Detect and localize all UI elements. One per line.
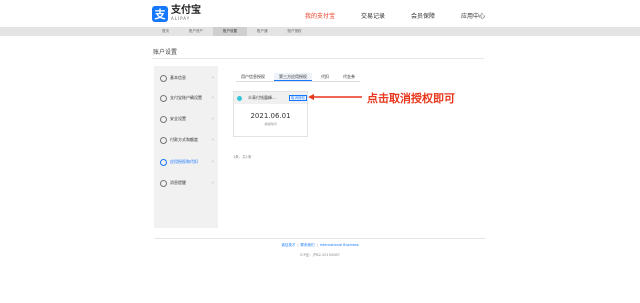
tab-vouchers[interactable]: 代金券 [338, 73, 360, 81]
topnav-member-protection[interactable]: 会员保障 [411, 11, 435, 20]
pagination-info: 1条，共1条 [233, 155, 252, 159]
cancel-authorization-button[interactable]: 取消授权 [289, 95, 307, 101]
account-icon [160, 94, 167, 102]
brand-name: 支付宝 [171, 5, 201, 16]
footer-copyright: ICP证：沪B2-20150087 [300, 253, 340, 257]
sidebar-item-payment-methods[interactable]: 付款方式和额度 › [154, 132, 218, 148]
subnav-home[interactable]: 首页 [152, 27, 179, 36]
footer-link-careers[interactable]: 诚征英才 [281, 243, 295, 247]
bell-icon [160, 179, 167, 187]
app-name: 众青付钱露峰... [248, 95, 276, 100]
subnav-settings[interactable]: 账户设置 [213, 27, 247, 36]
topnav-app-center[interactable]: 应用中心 [461, 11, 485, 20]
alipay-logo-icon: 支 [152, 5, 168, 22]
sidebar-item-basic-info[interactable]: 基本信息 › [154, 70, 218, 86]
brand-name-en: ALIPAY [171, 16, 191, 21]
subnav-account-link[interactable]: 账户通 [247, 27, 278, 36]
authorized-app-card: 众青付钱露峰... 取消授权 2021.06.01 授权时间 [233, 91, 308, 137]
alipay-logo[interactable]: 支 支付宝 ALIPAY [152, 5, 201, 22]
app-icon [160, 158, 167, 166]
tabs-divider [236, 81, 360, 82]
sidebar: 基本信息 › 支付宝账户确设置 › 安全设置 › 付款方式和额度 › 应用授权和… [154, 66, 218, 228]
topnav-my-alipay[interactable]: 我的支付宝 [305, 11, 335, 20]
app-logo-icon [237, 95, 242, 101]
tab-auto-debit[interactable]: 代扣 [316, 73, 334, 81]
authorization-date: 2021.06.01 [250, 112, 291, 120]
top-nav: 我的支付宝 交易记录 会员保障 应用中心 [305, 11, 485, 20]
annotation-arrow-icon [308, 94, 362, 100]
sidebar-item-account-name[interactable]: 支付宝账户确设置 › [154, 90, 218, 106]
authorization-date-caption: 授权时间 [264, 122, 277, 126]
chevron-right-icon: › [212, 95, 214, 101]
footer-links: 诚征英才 | 联系我们 | International Business [281, 243, 359, 247]
footer-divider [154, 238, 486, 239]
tab-third-party-authorization[interactable]: 第三方应用授权 [274, 73, 312, 81]
subnav-authorization[interactable]: 账户授权 [278, 27, 312, 36]
subnav-assets[interactable]: 账户资产 [179, 27, 213, 36]
sidebar-item-notifications[interactable]: 消息提醒 › [154, 175, 218, 191]
page-title: 账户设置 [153, 49, 178, 56]
shield-icon [160, 115, 167, 123]
annotation-text: 点击取消授权即可 [367, 92, 455, 105]
chevron-right-icon: › [212, 159, 214, 165]
sidebar-item-app-authorization[interactable]: 应用授权和代扣 › [154, 154, 218, 170]
tab-bar: 用户信息授权 第三方应用授权 代扣 代金券 [236, 73, 360, 81]
footer-link-international[interactable]: International Business [320, 243, 359, 247]
card-icon [160, 136, 167, 144]
sidebar-item-security[interactable]: 安全设置 › [154, 111, 218, 127]
divider [152, 58, 484, 59]
chevron-right-icon: › [212, 75, 214, 81]
user-icon [160, 74, 167, 82]
tab-user-info-authorization[interactable]: 用户信息授权 [236, 73, 270, 81]
topnav-transactions[interactable]: 交易记录 [361, 11, 385, 20]
chevron-right-icon: › [212, 137, 214, 143]
footer-link-contact[interactable]: 联系我们 [301, 243, 315, 247]
chevron-right-icon: › [212, 116, 214, 122]
top-header: 支 支付宝 ALIPAY 我的支付宝 交易记录 会员保障 应用中心 [0, 0, 640, 27]
sub-nav: 首页 账户资产 账户设置 账户通 账户授权 [0, 27, 640, 36]
chevron-right-icon: › [212, 180, 214, 186]
